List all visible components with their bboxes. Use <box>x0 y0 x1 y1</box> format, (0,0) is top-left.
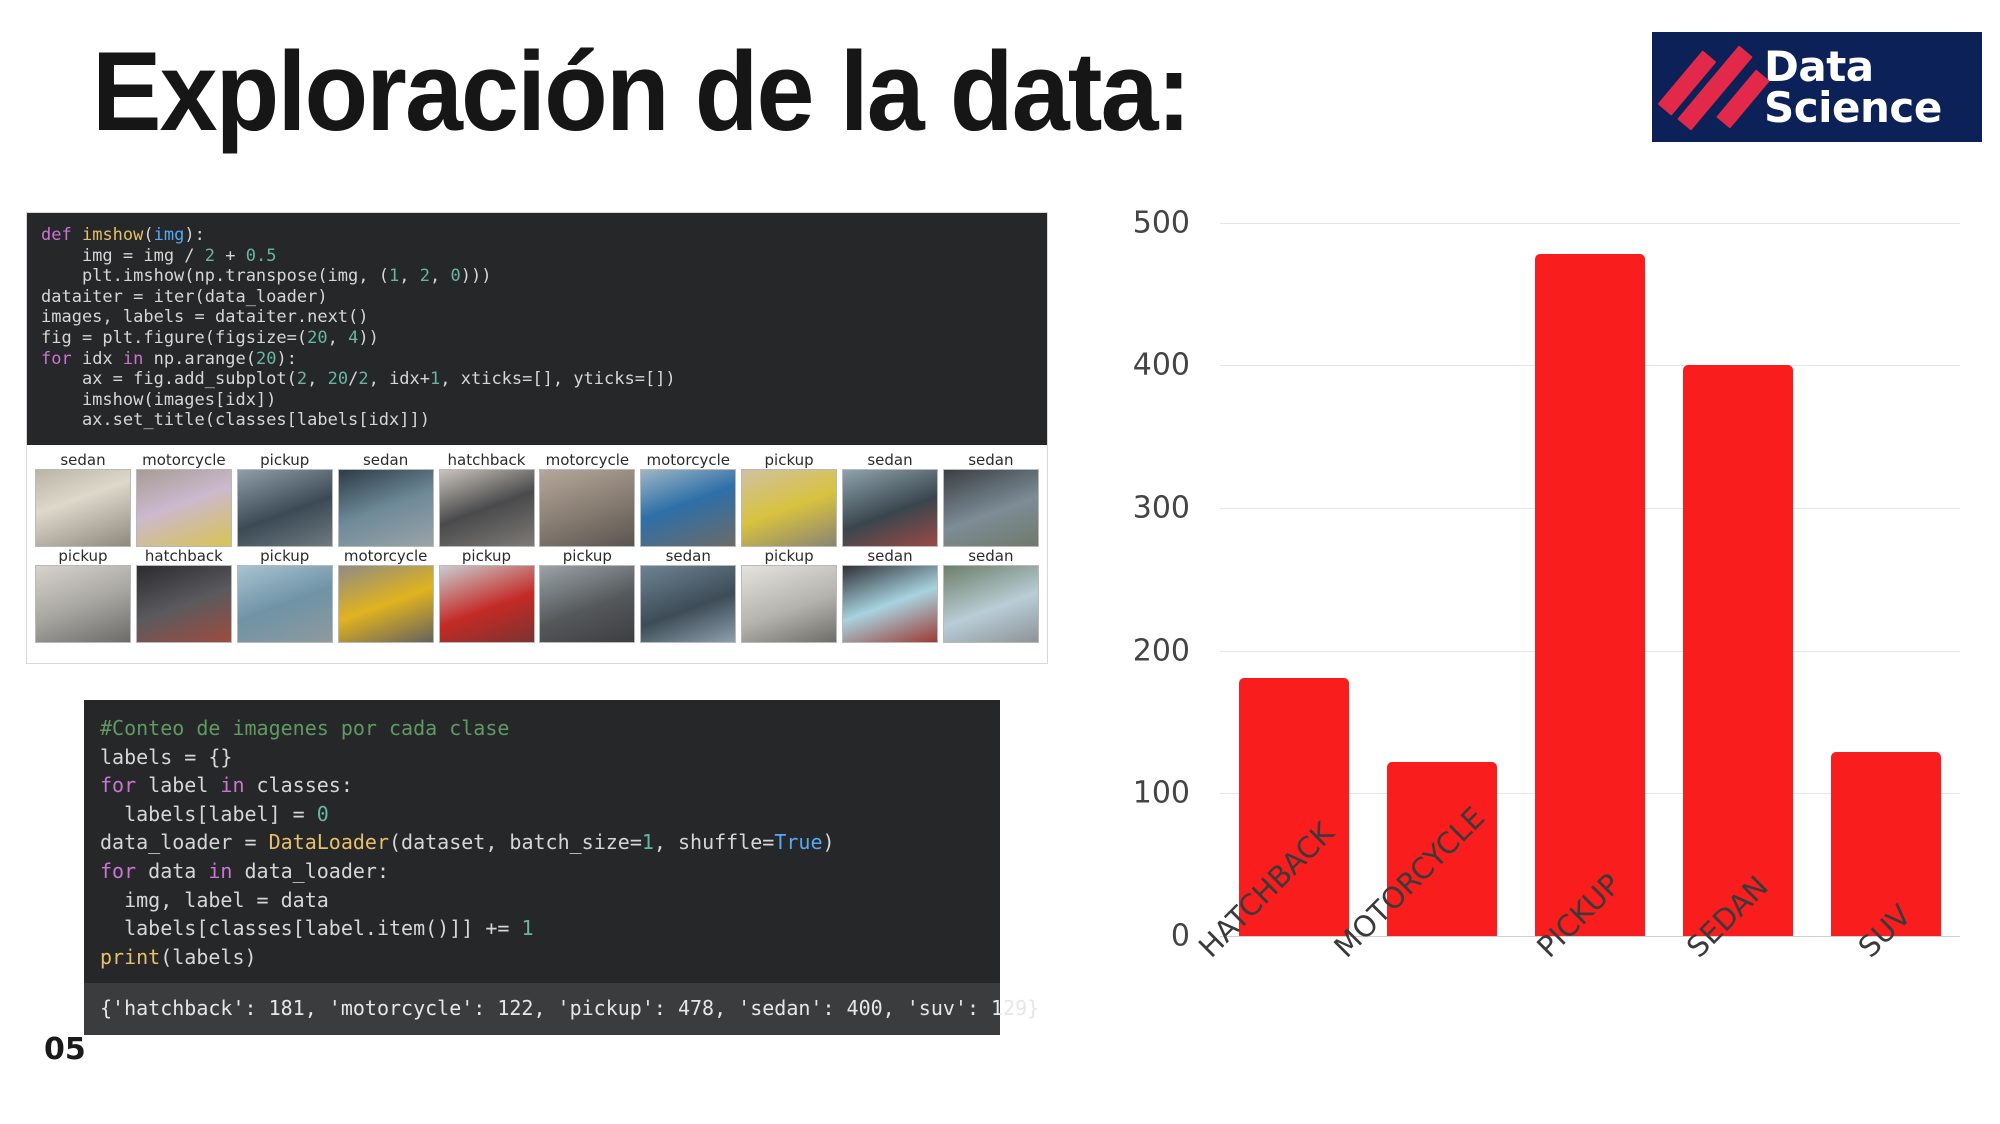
thumbnail-label: motorcycle <box>142 451 226 469</box>
chart-y-tick-label: 100 <box>1132 775 1190 811</box>
thumbnail-item: hatchback <box>135 547 232 643</box>
thumbnail-item: sedan <box>35 451 131 547</box>
thumbnail-item: sedan <box>842 451 938 547</box>
thumbnail-item: sedan <box>337 451 434 547</box>
thumbnail-item: sedan <box>942 451 1039 547</box>
chart-x-label-slot: PICKUP <box>1516 867 1664 1086</box>
code-block-1: def imshow(img): img = img / 2 + 0.5 plt… <box>27 213 1047 445</box>
thumbnail-label: sedan <box>362 451 409 469</box>
thumbnail-image <box>842 565 938 643</box>
thumbnail-label: pickup <box>562 547 612 565</box>
thumbnail-label: sedan <box>867 547 913 565</box>
thumbnail-label: sedan <box>60 451 106 469</box>
chart-y-tick-label: 500 <box>1132 205 1190 241</box>
thumbnail-row-1: sedan motorcycle pickup sedan hatchback … <box>35 451 1039 547</box>
chart-x-label-slot: MOTORCYCLE <box>1327 800 1516 1086</box>
thumbnail-grid: sedan motorcycle pickup sedan hatchback … <box>27 445 1047 651</box>
thumbnail-image <box>438 469 535 547</box>
logo-text-line1: Data <box>1764 41 1874 91</box>
thumbnail-image <box>942 469 1039 547</box>
chart-x-axis-labels: HATCHBACK MOTORCYCLE PICKUP SEDAN SUV <box>1192 800 1960 1086</box>
data-science-logo: Data Science <box>1652 32 1982 142</box>
chart-x-label-slot: SUV <box>1812 898 1960 1086</box>
chart-plot-area: 0 100 200 300 400 500 <box>1133 194 1960 954</box>
slide-root: Exploración de la data: Data Science def… <box>0 0 2000 1124</box>
thumbnail-image <box>640 469 737 547</box>
thumbnail-item: hatchback <box>438 451 535 547</box>
chart-y-tick-label: 200 <box>1132 633 1190 669</box>
chart-bar-slot <box>1812 194 1960 936</box>
thumbnail-label: hatchback <box>447 451 526 469</box>
chart-bar-slot <box>1220 194 1368 936</box>
notebook-cell-count: #Conteo de imagenes por cada clase label… <box>84 700 1039 1036</box>
thumbnail-label: motorcycle <box>646 451 730 469</box>
thumbnail-row-2: pickup hatchback pickup motorcycle picku… <box>35 547 1039 643</box>
thumbnail-image <box>337 469 434 547</box>
thumbnail-item: pickup <box>236 451 333 547</box>
thumbnail-item: sedan <box>640 547 737 643</box>
chart-y-tick-label: 400 <box>1132 347 1190 383</box>
thumbnail-label: pickup <box>260 547 310 565</box>
thumbnail-image <box>942 565 1039 643</box>
thumbnail-item: pickup <box>35 547 131 643</box>
logo-stripes-icon <box>1652 32 1770 142</box>
thumbnail-image <box>539 565 636 643</box>
thumbnail-image <box>539 469 636 547</box>
thumbnail-item: pickup <box>236 547 333 643</box>
thumbnail-item: pickup <box>438 547 535 643</box>
thumbnail-item: pickup <box>539 547 636 643</box>
thumbnail-label: pickup <box>58 547 108 565</box>
thumbnail-label: sedan <box>968 547 1014 565</box>
thumbnail-item: sedan <box>942 547 1039 643</box>
chart-bar-slot <box>1516 194 1664 936</box>
chart-x-label-slot: SEDAN <box>1664 869 1812 1086</box>
thumbnail-label: hatchback <box>144 547 223 565</box>
thumbnail-item: pickup <box>741 451 838 547</box>
thumbnail-image <box>236 469 333 547</box>
thumbnail-image <box>35 565 131 643</box>
thumbnail-label: motorcycle <box>545 451 630 469</box>
thumbnail-image <box>842 469 938 547</box>
code-output-2: {'hatchback': 181, 'motorcycle': 122, 'p… <box>84 983 1039 1036</box>
thumbnail-item: motorcycle <box>640 451 737 547</box>
thumbnail-label: pickup <box>461 547 512 565</box>
code-block-2: #Conteo de imagenes por cada clase label… <box>84 700 1000 984</box>
logo-text-line2: Science <box>1764 83 1942 132</box>
thumbnail-label: sedan <box>867 451 913 469</box>
chart-bar-slot <box>1664 194 1812 936</box>
thumbnail-item: pickup <box>741 547 838 643</box>
thumbnail-image <box>337 565 434 643</box>
thumbnail-image <box>236 565 333 643</box>
thumbnail-label: sedan <box>665 547 711 565</box>
chart-bar <box>1535 253 1645 936</box>
thumbnail-item: motorcycle <box>337 547 434 643</box>
thumbnail-image <box>35 469 131 547</box>
thumbnail-item: sedan <box>842 547 938 643</box>
thumbnail-label: sedan <box>968 451 1014 469</box>
page-number: 05 <box>44 1032 86 1067</box>
thumbnail-image <box>438 565 535 643</box>
thumbnail-item: motorcycle <box>539 451 636 547</box>
thumbnail-item: motorcycle <box>135 451 232 547</box>
thumbnail-image <box>135 469 232 547</box>
thumbnail-label: pickup <box>764 451 814 469</box>
chart-bar <box>1683 365 1793 936</box>
notebook-cell-imshow: def imshow(img): img = img / 2 + 0.5 plt… <box>26 212 1048 664</box>
thumbnail-label: pickup <box>764 547 814 565</box>
thumbnail-label: motorcycle <box>343 547 428 565</box>
thumbnail-image <box>741 469 838 547</box>
class-distribution-bar-chart: 0 100 200 300 400 500 HATCHBACK MOTORCYCLE PICK… <box>1120 180 1980 1080</box>
thumbnail-image <box>741 565 838 643</box>
page-title: Exploración de la data: <box>92 29 1191 154</box>
thumbnail-image <box>640 565 737 643</box>
thumbnail-image <box>135 565 232 643</box>
thumbnail-label: pickup <box>260 451 310 469</box>
chart-bars <box>1220 194 1960 936</box>
chart-y-tick-label: 300 <box>1132 490 1190 526</box>
